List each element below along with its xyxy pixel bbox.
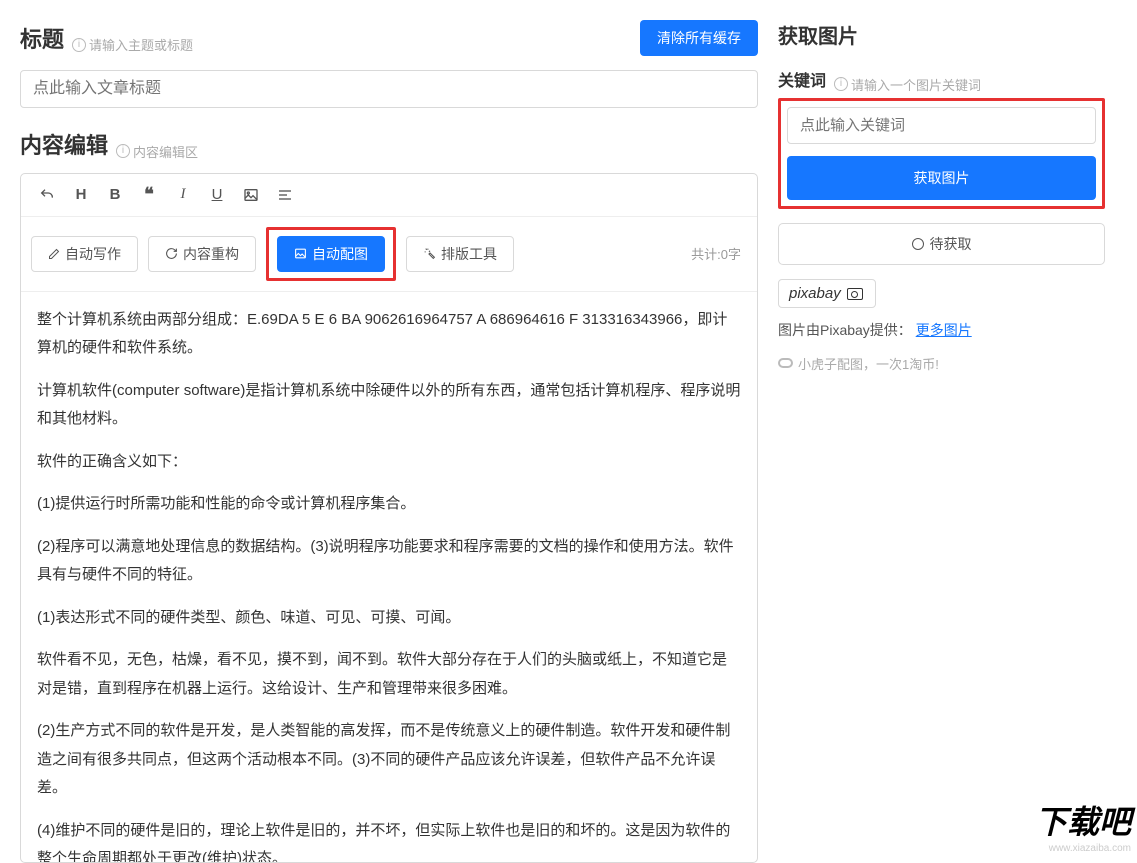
paragraph: 软件的正确含义如下： (37, 448, 741, 477)
paragraph: (1)提供运行时所需功能和性能的命令或计算机程序集合。 (37, 490, 741, 519)
keyword-input[interactable] (787, 107, 1096, 144)
undo-icon[interactable] (31, 180, 63, 210)
watermark: 下载吧 www.xiazaiba.com (1035, 797, 1131, 854)
camera-icon (847, 287, 865, 300)
content-edit-hint: i 内容编辑区 (116, 142, 198, 161)
get-image-button[interactable]: 获取图片 (787, 156, 1096, 200)
word-count: 共计:0字 (691, 244, 741, 263)
keyword-label: 关键词 (778, 67, 826, 91)
tao-cost-line: 小虎子配图，一次1淘币! (778, 354, 1105, 373)
restructure-button[interactable]: 内容重构 (148, 236, 256, 272)
clear-cache-button[interactable]: 清除所有缓存 (640, 20, 758, 56)
auto-image-highlight: 自动配图 (266, 227, 396, 281)
paragraph: (2)程序可以满意地处理信息的数据结构。(3)说明程序功能要求和程序需要的文档的… (37, 533, 741, 590)
heading-icon[interactable]: H (65, 180, 97, 210)
content-edit-label: 内容编辑 (20, 128, 108, 160)
image-small-icon (294, 247, 307, 260)
align-left-icon[interactable] (269, 180, 301, 210)
reload-icon (165, 247, 178, 260)
paragraph: 软件看不见，无色，枯燥，看不见，摸不到，闻不到。软件大部分存在于人们的头脑或纸上… (37, 646, 741, 703)
circle-icon (912, 238, 924, 250)
info-icon: i (116, 144, 130, 158)
pencil-icon (48, 248, 60, 260)
editor-container: H B ❝ I U 自动写作 内容重构 (20, 173, 758, 863)
bold-icon[interactable]: B (99, 180, 131, 210)
editor-action-toolbar: 自动写作 内容重构 自动配图 排版工具 共计:0字 (21, 217, 757, 292)
auto-write-button[interactable]: 自动写作 (31, 236, 138, 272)
status-pending: 待获取 (778, 223, 1105, 265)
info-icon: i (834, 77, 848, 91)
italic-icon[interactable]: I (167, 180, 199, 210)
keyword-box-highlight: 获取图片 (778, 98, 1105, 209)
paragraph: 整个计算机系统由两部分组成：E.69DA 5 E 6 BA 9062616964… (37, 306, 741, 363)
pixabay-logo: pixabay (778, 279, 876, 308)
provider-line: 图片由Pixabay提供： 更多图片 (778, 320, 1105, 340)
editor-format-toolbar: H B ❝ I U (21, 174, 757, 217)
auto-image-button[interactable]: 自动配图 (277, 236, 385, 272)
image-icon[interactable] (235, 180, 267, 210)
paragraph: 计算机软件(computer software)是指计算机系统中除硬件以外的所有… (37, 377, 741, 434)
paragraph: (4)维护不同的硬件是旧的，理论上软件是旧的，并不坏，但实际上软件也是旧的和坏的… (37, 817, 741, 862)
cloud-icon (778, 358, 793, 368)
info-icon: i (72, 38, 86, 52)
get-image-title: 获取图片 (778, 20, 1105, 49)
layout-tool-button[interactable]: 排版工具 (406, 236, 514, 272)
quote-icon[interactable]: ❝ (133, 180, 165, 210)
paragraph: (2)生产方式不同的软件是开发，是人类智能的高发挥，而不是传统意义上的硬件制造。… (37, 717, 741, 803)
editor-content-area[interactable]: 整个计算机系统由两部分组成：E.69DA 5 E 6 BA 9062616964… (21, 292, 757, 862)
title-label: 标题 (20, 22, 64, 54)
title-hint: i 请输入主题或标题 (72, 35, 193, 54)
title-section-header: 标题 i 请输入主题或标题 清除所有缓存 (20, 20, 758, 56)
underline-icon[interactable]: U (201, 180, 233, 210)
more-images-link[interactable]: 更多图片 (916, 322, 972, 338)
article-title-input[interactable] (20, 70, 758, 108)
magic-icon (423, 247, 436, 260)
paragraph: (1)表达形式不同的硬件类型、颜色、味道、可见、可摸、可闻。 (37, 604, 741, 633)
keyword-hint: i 请输入一个图片关键词 (834, 75, 981, 94)
